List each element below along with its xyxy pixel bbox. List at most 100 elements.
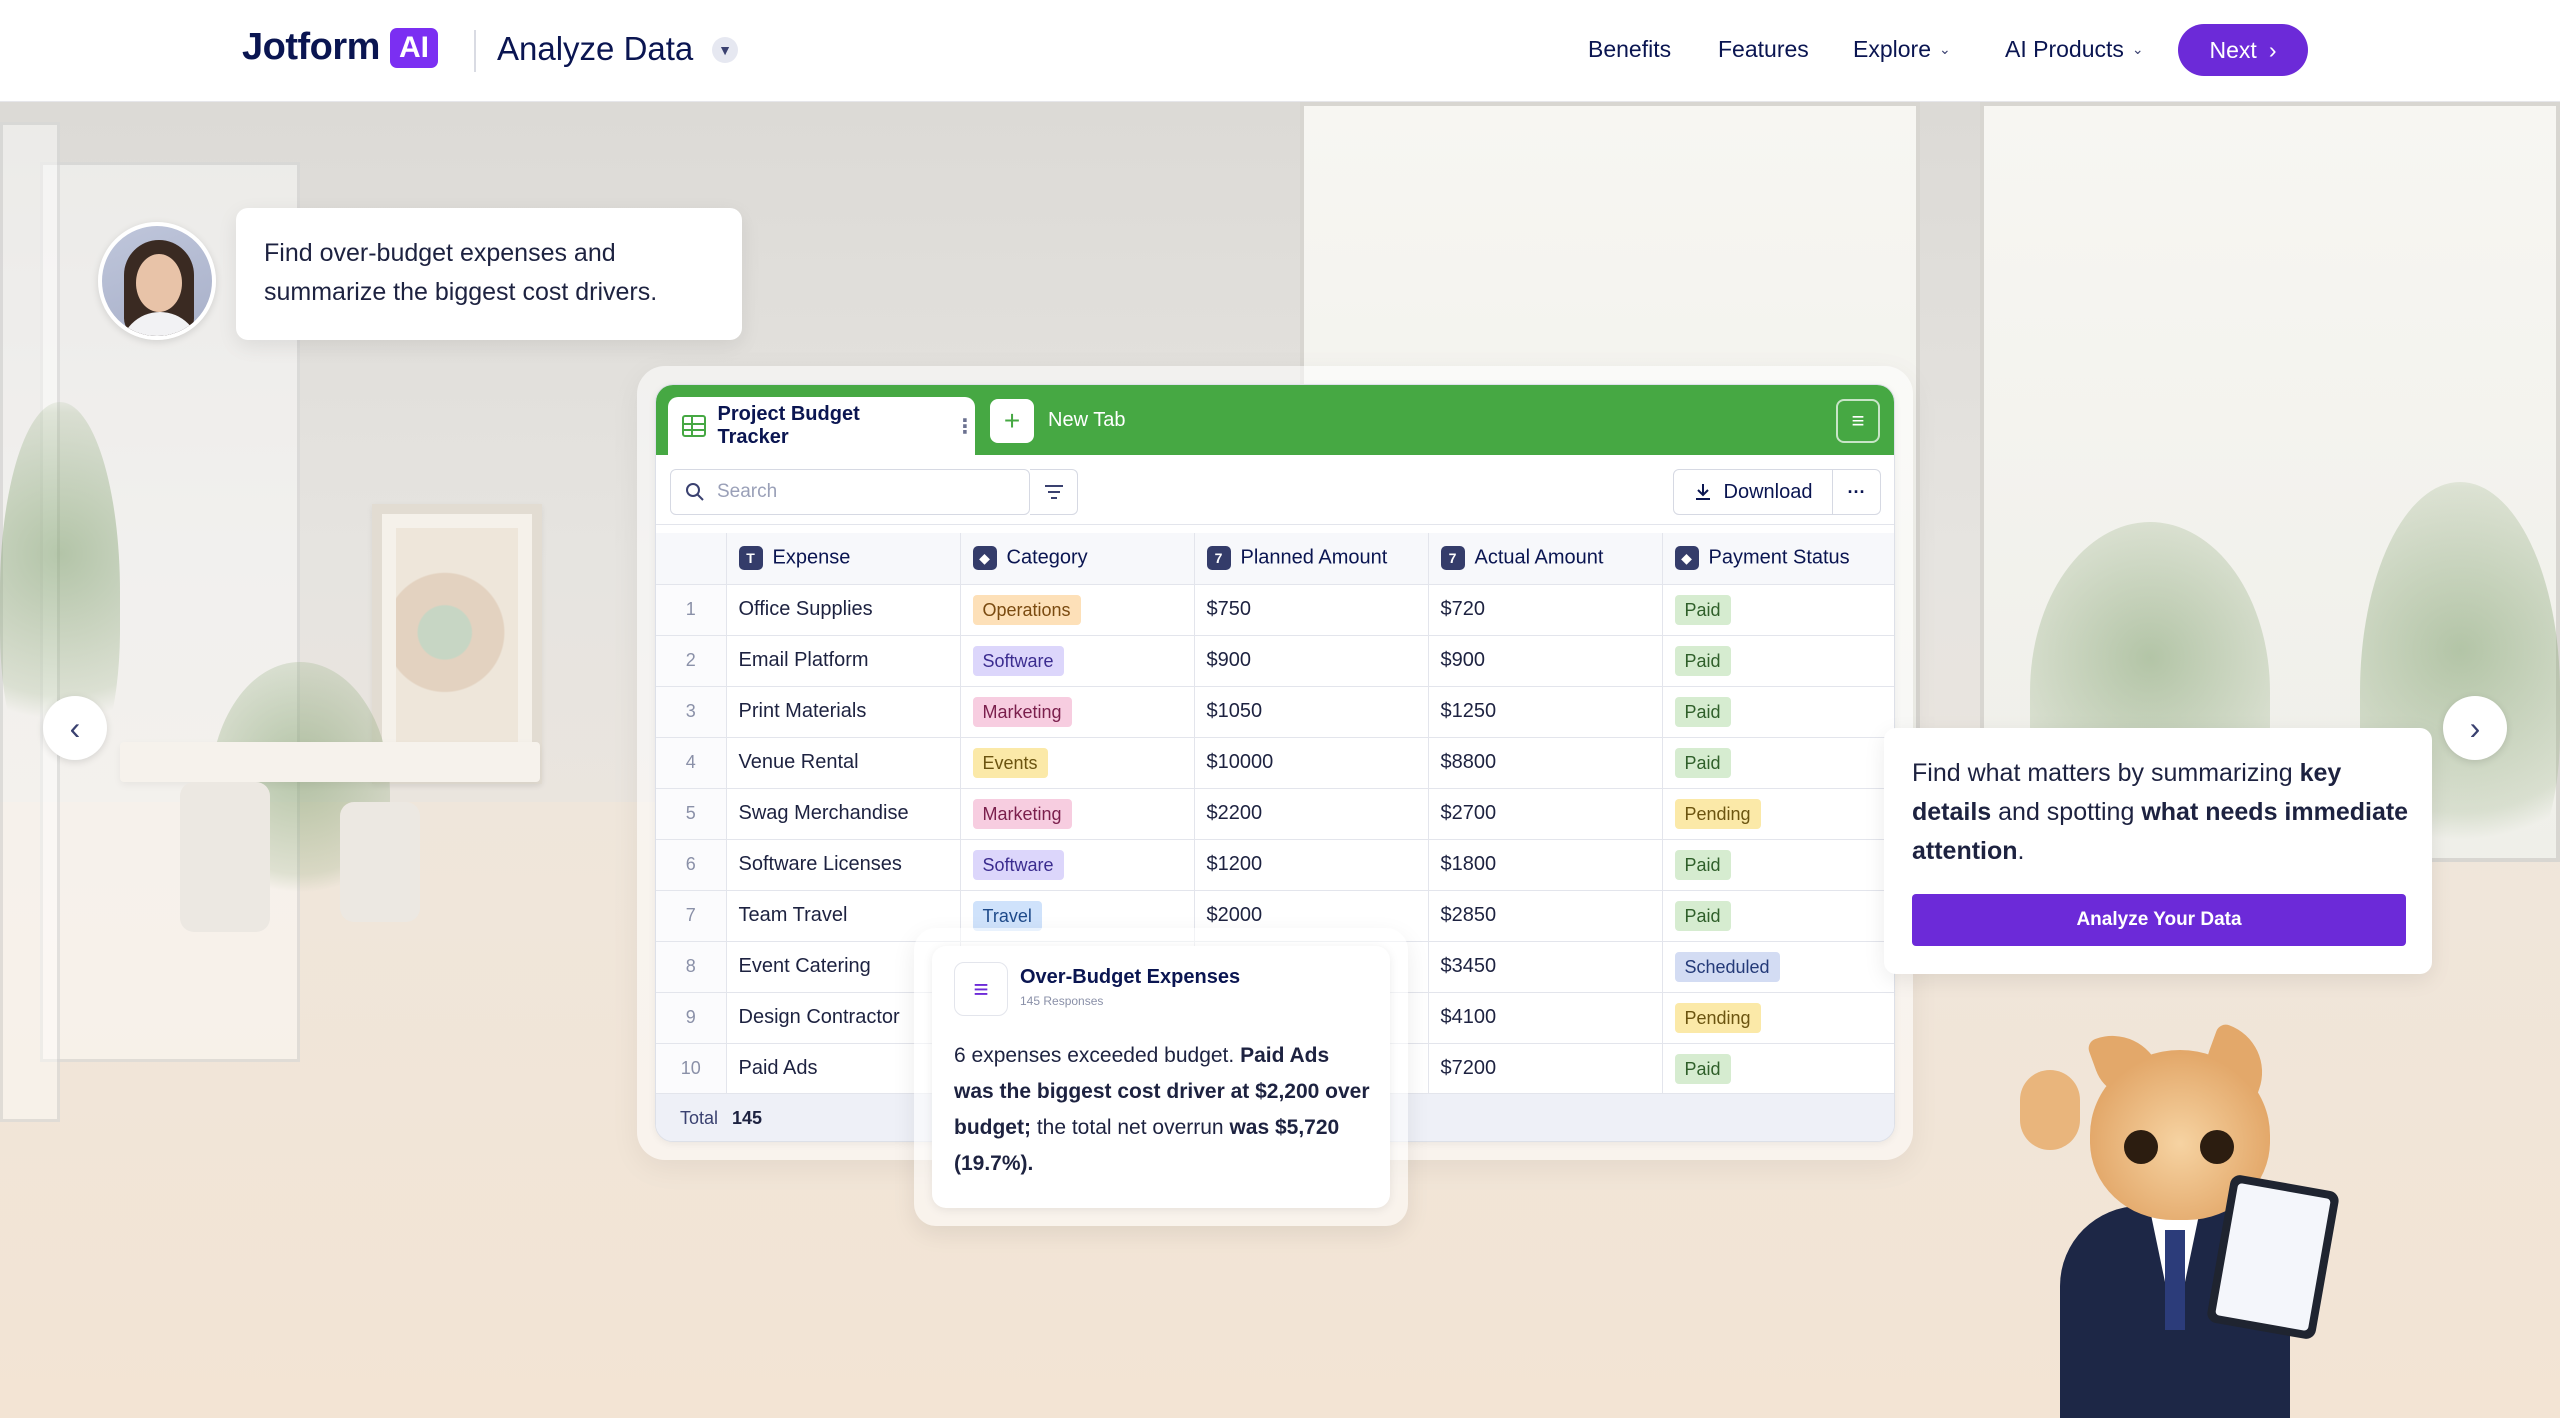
column-header-expense[interactable]: T Expense: [726, 533, 961, 585]
feature-description: Find what matters by summarizing key det…: [1912, 754, 2412, 871]
cell-actual-amount[interactable]: $900: [1428, 635, 1663, 687]
nav-features-label: Features: [1718, 36, 1809, 62]
cell-payment-status[interactable]: Pending: [1662, 788, 1894, 840]
cell-actual-amount[interactable]: $2700: [1428, 788, 1663, 840]
filter-button[interactable]: [1030, 469, 1078, 515]
sheet-toolbar: Search Download ···: [656, 455, 1894, 525]
cell-payment-status[interactable]: Scheduled: [1662, 941, 1894, 993]
jotform-logo[interactable]: Jotform AI: [242, 26, 438, 69]
cell-payment-status[interactable]: Paid: [1662, 737, 1894, 789]
cell-expense[interactable]: Software Licenses: [726, 839, 961, 891]
status-badge: Paid: [1674, 696, 1731, 727]
cell-category[interactable]: Events: [960, 737, 1195, 789]
cell-category[interactable]: Software: [960, 635, 1195, 687]
cell-payment-status[interactable]: Paid: [1662, 686, 1894, 738]
vertical-dots-icon[interactable]: ⋮: [955, 414, 975, 439]
table-row[interactable]: 5 Swag Merchandise Marketing $2200 $2700 Pend…: [656, 788, 1894, 840]
cell-planned-amount[interactable]: $900: [1194, 635, 1429, 687]
cell-expense[interactable]: Swag Merchandise: [726, 788, 961, 840]
new-tab-label[interactable]: New Tab: [1048, 409, 1125, 432]
cell-actual-amount[interactable]: $720: [1428, 584, 1663, 636]
cell-payment-status[interactable]: Paid: [1662, 1043, 1894, 1095]
total-value: 145: [732, 1108, 763, 1128]
row-number[interactable]: 6: [656, 839, 727, 891]
product-title: Analyze Data: [497, 30, 694, 67]
row-number[interactable]: 4: [656, 737, 727, 789]
cell-payment-status[interactable]: Paid: [1662, 890, 1894, 942]
cell-payment-status[interactable]: Pending: [1662, 992, 1894, 1044]
cell-category[interactable]: Marketing: [960, 686, 1195, 738]
column-header-planned-amount[interactable]: 7 Planned Amount: [1194, 533, 1429, 585]
cell-actual-amount[interactable]: $1250: [1428, 686, 1663, 738]
cell-actual-amount[interactable]: $7200: [1428, 1043, 1663, 1095]
search-input[interactable]: Search: [670, 469, 1030, 515]
cell-planned-amount[interactable]: $2200: [1194, 788, 1429, 840]
text-type-icon: T: [738, 546, 763, 571]
status-badge: Paid: [1674, 747, 1731, 778]
row-number[interactable]: 1: [656, 584, 727, 636]
row-number[interactable]: 2: [656, 635, 727, 687]
cell-expense[interactable]: Print Materials: [726, 686, 961, 738]
status-badge: Pending: [1674, 1002, 1761, 1033]
cell-actual-amount[interactable]: $4100: [1428, 992, 1663, 1044]
cell-planned-amount[interactable]: $750: [1194, 584, 1429, 636]
cell-planned-amount[interactable]: $1200: [1194, 839, 1429, 891]
row-number[interactable]: 10: [656, 1043, 727, 1095]
carousel-next-button[interactable]: ›: [2443, 696, 2507, 760]
more-dots-icon[interactable]: ···: [1833, 469, 1881, 515]
table-row[interactable]: 4 Venue Rental Events $10000 $8800 Paid: [656, 737, 1894, 789]
table-row[interactable]: 2 Email Platform Software $900 $900 Paid: [656, 635, 1894, 687]
table-row[interactable]: 1 Office Supplies Operations $750 $720 Paid: [656, 584, 1894, 636]
tab-project-budget-tracker[interactable]: Project Budget Tracker ⋮: [668, 397, 975, 455]
product-menu-chevron-icon[interactable]: ▼: [712, 37, 738, 63]
table-row[interactable]: 3 Print Materials Marketing $1050 $1250 Paid: [656, 686, 1894, 738]
add-tab-button[interactable]: +: [990, 399, 1034, 443]
download-button[interactable]: Download: [1673, 469, 1833, 515]
chevron-down-icon: ⌄: [2131, 41, 2144, 57]
carousel-prev-button[interactable]: ‹: [43, 696, 107, 760]
cell-category[interactable]: Marketing: [960, 788, 1195, 840]
cell-payment-status[interactable]: Paid: [1662, 584, 1894, 636]
column-header-actual-amount[interactable]: 7 Actual Amount: [1428, 533, 1663, 585]
row-number[interactable]: 7: [656, 890, 727, 942]
cell-actual-amount[interactable]: $3450: [1428, 941, 1663, 993]
nav-features[interactable]: Features: [1718, 36, 1809, 63]
cell-actual-amount[interactable]: $1800: [1428, 839, 1663, 891]
column-label: Expense: [772, 546, 851, 569]
row-number-header: [656, 533, 727, 585]
hamburger-icon[interactable]: ≡: [1836, 399, 1880, 443]
nav-ai-products[interactable]: AI Products ⌄: [2005, 36, 2144, 63]
row-number[interactable]: 5: [656, 788, 727, 840]
plus-icon: +: [1003, 405, 1021, 436]
column-label: Planned Amount: [1240, 546, 1388, 569]
cell-category[interactable]: Operations: [960, 584, 1195, 636]
analyze-button-label: Analyze Your Data: [2076, 909, 2242, 930]
category-tag: Marketing: [972, 798, 1072, 829]
cell-category[interactable]: Software: [960, 839, 1195, 891]
chevron-down-icon: ⌄: [1938, 41, 1951, 57]
category-tag: Travel: [972, 900, 1042, 931]
column-header-payment-status[interactable]: ◆ Payment Status: [1662, 533, 1894, 585]
cell-expense[interactable]: Office Supplies: [726, 584, 961, 636]
result-summary-text: 6 expenses exceeded budget. Paid Ads was…: [954, 1038, 1372, 1182]
number-type-icon: 7: [1440, 546, 1465, 571]
over-budget-result-card: ≡ Over-Budget Expenses 145 Responses 6 e…: [932, 946, 1390, 1208]
column-header-category[interactable]: ◆ Category: [960, 533, 1195, 585]
nav-explore[interactable]: Explore ⌄: [1853, 36, 1951, 63]
cell-planned-amount[interactable]: $10000: [1194, 737, 1429, 789]
analyze-your-data-button[interactable]: Analyze Your Data: [1912, 894, 2406, 946]
cell-expense[interactable]: Venue Rental: [726, 737, 961, 789]
cell-payment-status[interactable]: Paid: [1662, 839, 1894, 891]
table-row[interactable]: 6 Software Licenses Software $1200 $1800 Paid: [656, 839, 1894, 891]
cell-planned-amount[interactable]: $1050: [1194, 686, 1429, 738]
cell-payment-status[interactable]: Paid: [1662, 635, 1894, 687]
cell-expense[interactable]: Email Platform: [726, 635, 961, 687]
row-number[interactable]: 9: [656, 992, 727, 1044]
status-badge: Pending: [1674, 798, 1761, 829]
nav-benefits[interactable]: Benefits: [1588, 36, 1671, 63]
cell-actual-amount[interactable]: $2850: [1428, 890, 1663, 942]
cell-actual-amount[interactable]: $8800: [1428, 737, 1663, 789]
row-number[interactable]: 8: [656, 941, 727, 993]
row-number[interactable]: 3: [656, 686, 727, 738]
next-button[interactable]: Next ›: [2178, 24, 2308, 76]
